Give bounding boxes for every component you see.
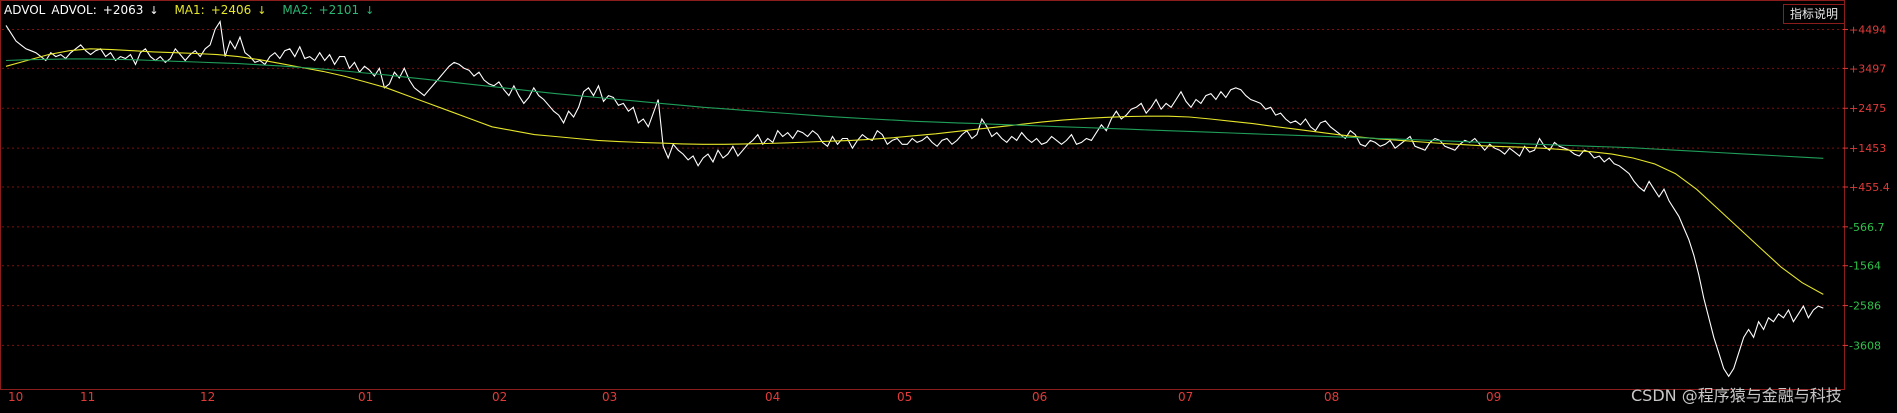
bottom-tab-bar: [0, 406, 1897, 413]
legend-advol: ADVOL: +2063 ↓: [51, 3, 164, 17]
x-tick-label: 09: [1486, 390, 1502, 404]
x-tick-label: 07: [1178, 390, 1194, 404]
legend-ma2: MA2: +2101 ↓: [282, 3, 380, 17]
down-arrow-icon: ↓: [257, 4, 267, 17]
y-tick-label: +2475: [1849, 102, 1886, 115]
legend-ma2-label: MA2:: [282, 3, 313, 17]
indicator-help-button[interactable]: 指标说明: [1783, 4, 1845, 24]
x-tick-label: 08: [1324, 390, 1340, 404]
down-arrow-icon: ↓: [149, 4, 159, 17]
x-tick-label: 05: [897, 390, 913, 404]
watermark: CSDN @程序猿与金融与科技: [1631, 386, 1842, 405]
y-tick-label: -1564: [1849, 260, 1881, 273]
y-tick-label: +3497: [1849, 62, 1886, 75]
y-tick-label: +4494: [1849, 24, 1886, 37]
x-tick-label: 06: [1032, 390, 1048, 404]
x-tick-label: 11: [80, 390, 96, 404]
advol-chart[interactable]: +4494 +3497 +2475 +1453 +455.4 -566.7 -1564 -25…: [0, 0, 1897, 390]
series-line-ma1: [5, 48, 1824, 295]
down-arrow-icon: ↓: [365, 4, 375, 17]
x-tick-label: 10: [8, 390, 24, 404]
legend-ma1: MA1: +2406 ↓: [174, 3, 272, 17]
y-tick-label: -3608: [1849, 339, 1881, 352]
legend-ma1-value: +2406: [210, 3, 252, 17]
x-tick-label: 04: [765, 390, 781, 404]
series-line-advol: [5, 19, 1824, 378]
y-tick-label: -566.7: [1849, 221, 1884, 234]
y-tick-label: +1453: [1849, 142, 1886, 155]
legend-indicator-name: ADVOL: [4, 3, 46, 17]
y-tick-label: -2586: [1849, 300, 1881, 313]
x-axis: 10 11 12 01 02 03 04 05 06 07 08 09: [0, 390, 1897, 406]
legend-advol-label: ADVOL:: [51, 3, 97, 17]
x-tick-label: 02: [492, 390, 508, 404]
legend-ma1-label: MA1:: [174, 3, 205, 17]
y-tick-label: +455.4: [1849, 181, 1890, 194]
indicator-legend: ADVOL ADVOL: +2063 ↓ MA1: +2406 ↓ MA2: +2101 ↓: [4, 3, 386, 18]
x-tick-label: 03: [602, 390, 618, 404]
legend-ma2-value: +2101: [318, 3, 360, 17]
x-tick-label: 01: [358, 390, 374, 404]
legend-advol-value: +2063: [102, 3, 144, 17]
x-tick-label: 12: [200, 390, 216, 404]
